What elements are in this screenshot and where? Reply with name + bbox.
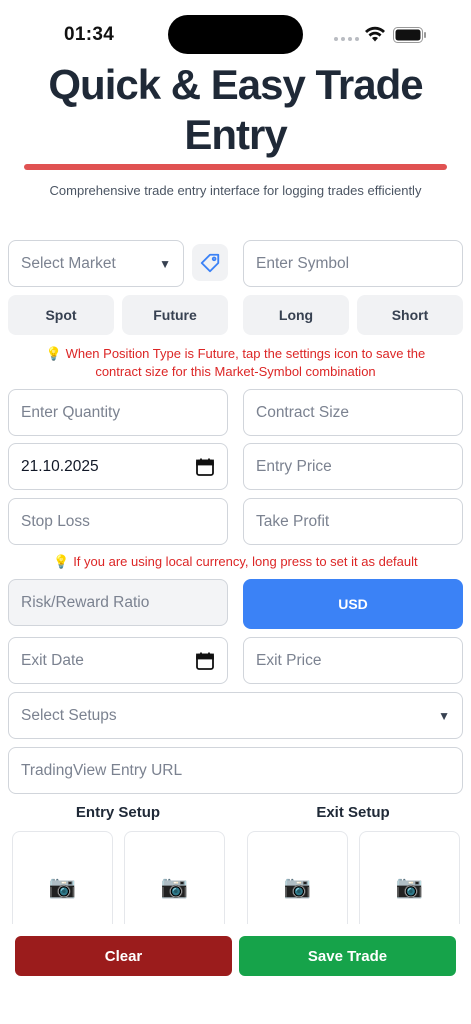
position-long-button[interactable]: Long — [243, 295, 349, 335]
symbol-input[interactable]: Enter Symbol — [243, 240, 463, 287]
entry-price-placeholder: Entry Price — [256, 457, 332, 475]
entry-date-input[interactable]: 21.10.2025 — [8, 443, 228, 490]
chevron-down-icon: ▼ — [438, 708, 450, 723]
lightbulb-icon: 💡 — [45, 346, 62, 361]
risk-reward-field: Risk/Reward Ratio — [8, 579, 228, 626]
quantity-placeholder: Enter Quantity — [21, 403, 121, 421]
take-profit-input[interactable]: Take Profit — [243, 498, 463, 545]
market-type-future-button[interactable]: Future — [122, 295, 228, 335]
chevron-down-icon: ▼ — [159, 256, 171, 271]
wifi-icon — [365, 26, 385, 42]
tag-icon — [200, 253, 220, 272]
exit-price-input[interactable]: Exit Price — [243, 637, 463, 684]
setups-select[interactable]: Select Setups ▼ — [8, 692, 463, 739]
title-underline — [24, 164, 447, 170]
market-type-spot-button[interactable]: Spot — [8, 295, 114, 335]
exit-price-placeholder: Exit Price — [256, 651, 322, 669]
signal-dots-icon — [334, 37, 359, 41]
entry-price-input[interactable]: Entry Price — [243, 443, 463, 490]
tradingview-url-placeholder: TradingView Entry URL — [21, 761, 183, 779]
stop-loss-input[interactable]: Stop Loss — [8, 498, 228, 545]
save-trade-button[interactable]: Save Trade — [239, 936, 456, 976]
currency-hint: 💡 If you are using local currency, long … — [0, 553, 471, 571]
status-bar: 01:34 — [0, 0, 471, 64]
risk-reward-placeholder: Risk/Reward Ratio — [21, 593, 150, 611]
contract-size-input[interactable]: Contract Size — [243, 389, 463, 436]
symbol-input-placeholder: Enter Symbol — [256, 254, 350, 272]
quantity-input[interactable]: Enter Quantity — [8, 389, 228, 436]
dynamic-island — [168, 15, 303, 54]
camera-icon: 📷 — [160, 873, 189, 899]
entry-date-value: 21.10.2025 — [21, 457, 99, 475]
contract-settings-button[interactable] — [192, 244, 228, 281]
page-title: Quick & Easy Trade Entry — [48, 61, 423, 158]
market-select[interactable]: Select Market ▼ — [8, 240, 184, 287]
status-time: 01:34 — [64, 24, 115, 45]
currency-hint-text: If you are using local currency, long pr… — [73, 554, 418, 569]
camera-icon: 📷 — [395, 873, 424, 899]
contract-size-hint: 💡 When Position Type is Future, tap the … — [0, 345, 471, 381]
battery-icon — [393, 27, 426, 43]
camera-icon: 📷 — [283, 873, 312, 899]
exit-date-placeholder: Exit Date — [21, 651, 84, 669]
contract-size-hint-text: When Position Type is Future, tap the se… — [65, 346, 426, 379]
lightbulb-icon: 💡 — [53, 554, 70, 569]
calendar-icon[interactable] — [195, 651, 215, 671]
calendar-icon[interactable] — [195, 457, 215, 477]
position-short-button[interactable]: Short — [357, 295, 463, 335]
page-subtitle: Comprehensive trade entry interface for … — [49, 183, 422, 198]
exit-date-input[interactable]: Exit Date — [8, 637, 228, 684]
take-profit-placeholder: Take Profit — [256, 512, 330, 530]
camera-icon: 📷 — [48, 873, 77, 899]
contract-size-placeholder: Contract Size — [256, 403, 350, 421]
entry-setup-label: Entry Setup — [75, 804, 161, 821]
tradingview-url-input[interactable]: TradingView Entry URL — [8, 747, 463, 794]
stop-loss-placeholder: Stop Loss — [21, 512, 90, 530]
exit-setup-label: Exit Setup — [316, 804, 390, 821]
setups-select-placeholder: Select Setups — [21, 706, 117, 724]
market-select-placeholder: Select Market — [21, 254, 116, 272]
currency-button[interactable]: USD — [243, 579, 463, 629]
clear-button[interactable]: Clear — [15, 936, 232, 976]
